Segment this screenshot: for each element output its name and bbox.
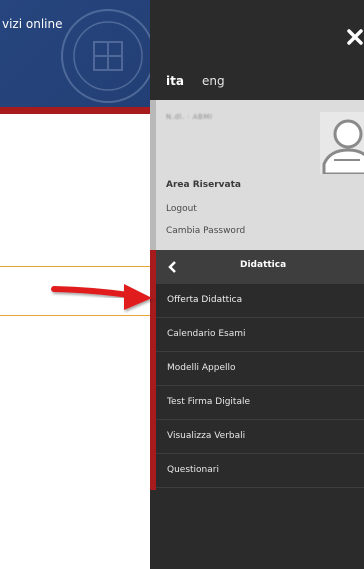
language-ita-link[interactable]: ita [166, 74, 184, 88]
menu-item-calendario-esami[interactable]: Calendario Esami [156, 318, 364, 352]
university-seal-logo [61, 9, 155, 103]
menu-item-test-firma-digitale[interactable]: Test Firma Digitale [156, 386, 364, 420]
reserved-area-heading: Area Riservata [166, 180, 241, 190]
didattica-menu: Didattica Offerta Didattica Calendario E… [150, 250, 364, 490]
drawer-top-bar: ita eng [150, 0, 364, 100]
user-name: N.dl. · ABMI [166, 113, 213, 121]
menu-item-label: Offerta Didattica [167, 295, 243, 305]
side-drawer: ita eng N.dl. · ABMI Area Riservata Logo… [150, 0, 364, 569]
avatar [320, 112, 364, 174]
menu-item-label: Visualizza Verbali [167, 431, 246, 441]
menu-item-questionari[interactable]: Questionari [156, 454, 364, 488]
user-panel: N.dl. · ABMI Area Riservata Logout Cambi… [150, 100, 364, 250]
menu-item-offerta-didattica[interactable]: Offerta Didattica [156, 284, 364, 318]
red-arrow-icon [51, 284, 152, 310]
menu-back-header[interactable]: Didattica [156, 250, 364, 284]
menu-item-visualizza-verbali[interactable]: Visualizza Verbali [156, 420, 364, 454]
menu-item-modelli-appello[interactable]: Modelli Appello [156, 352, 364, 386]
logout-link[interactable]: Logout [166, 204, 197, 214]
language-eng-link[interactable]: eng [202, 74, 225, 88]
divider [0, 266, 160, 267]
menu-item-label: Questionari [167, 465, 219, 475]
site-title: vizi online [2, 17, 63, 31]
menu-title: Didattica [240, 260, 287, 270]
menu-item-label: Modelli Appello [167, 363, 236, 373]
close-icon[interactable] [346, 28, 364, 46]
menu-item-label: Calendario Esami [167, 329, 246, 339]
menu-item-label: Test Firma Digitale [167, 397, 251, 407]
chevron-left-icon[interactable] [168, 261, 178, 273]
change-password-link[interactable]: Cambia Password [166, 226, 245, 236]
